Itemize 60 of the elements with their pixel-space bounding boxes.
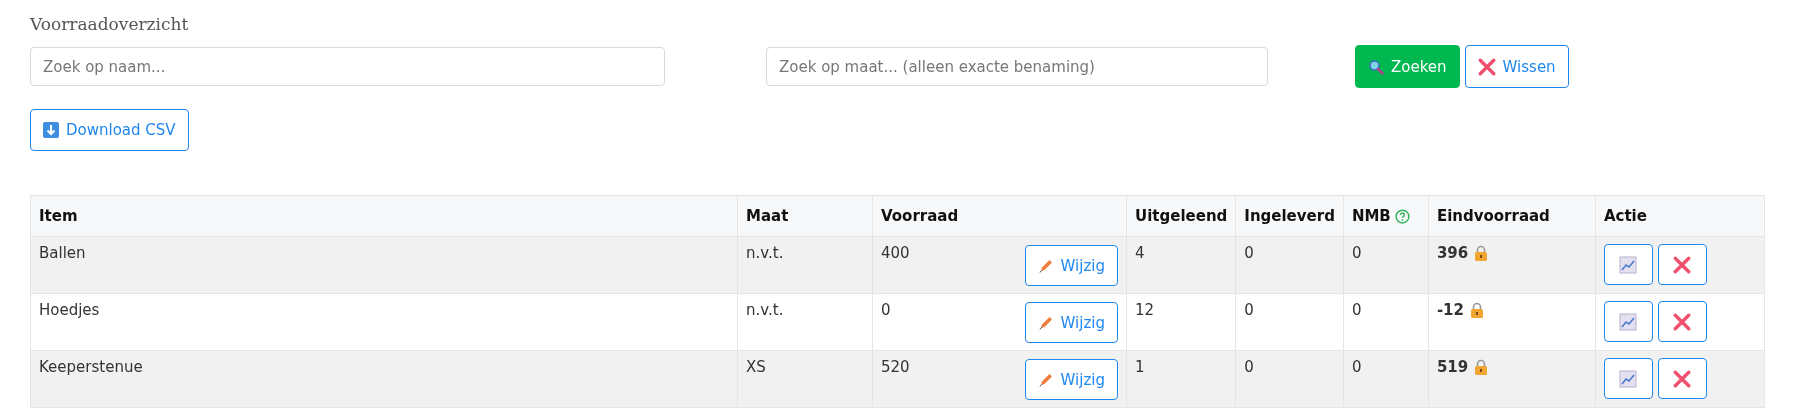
- table-cell: 0: [1235, 236, 1344, 294]
- column-header: Voorraad: [872, 195, 1127, 237]
- help-icon[interactable]: [1394, 208, 1410, 224]
- lock-icon: [1474, 359, 1489, 375]
- lock-icon: [1474, 245, 1489, 261]
- table-cell: 519: [1436, 358, 1469, 376]
- name-search-field[interactable]: Zoek op naam...: [30, 47, 665, 86]
- chart-icon: [1619, 312, 1638, 331]
- search-icon: [1368, 58, 1384, 75]
- delete-button[interactable]: [1657, 301, 1707, 342]
- pencil-icon: [1037, 257, 1054, 274]
- column-header: Maat: [737, 195, 873, 237]
- edit-button[interactable]: Wijzig: [1024, 302, 1118, 343]
- edit-button[interactable]: Wijzig: [1024, 359, 1118, 400]
- table-cell: 0: [1343, 236, 1429, 294]
- page-title: Voorraadoverzicht: [30, 14, 190, 34]
- table-cell: 400: [881, 244, 910, 262]
- close-icon: [1673, 312, 1692, 331]
- table-cell: Keeperstenue: [30, 350, 738, 408]
- table-cell: 1: [1126, 350, 1236, 408]
- table-cell: 0: [1235, 293, 1344, 351]
- column-header: NMB: [1351, 207, 1391, 225]
- download-icon: [43, 122, 59, 138]
- edit-button[interactable]: Wijzig: [1024, 245, 1118, 286]
- close-icon: [1673, 255, 1692, 274]
- table-cell: 0: [1343, 293, 1429, 351]
- table-cell: 396: [1436, 244, 1469, 262]
- table-cell: 0: [1343, 350, 1429, 408]
- table-cell: 4: [1126, 236, 1236, 294]
- table-cell: 520: [881, 358, 910, 376]
- column-header: Uitgeleend: [1126, 195, 1236, 237]
- column-header: Item: [30, 195, 738, 237]
- chart-button[interactable]: [1603, 301, 1653, 342]
- table-cell: Ballen: [30, 236, 738, 294]
- pencil-icon: [1037, 314, 1054, 331]
- table-cell: Hoedjes: [30, 293, 738, 351]
- table-cell: 0: [881, 301, 891, 319]
- pencil-icon: [1037, 371, 1054, 388]
- table-cell: n.v.t.: [737, 236, 873, 294]
- table-cell: XS: [737, 350, 873, 408]
- delete-button[interactable]: [1657, 358, 1707, 399]
- lock-icon: [1470, 302, 1484, 318]
- column-header: Actie: [1595, 195, 1765, 237]
- size-search-field[interactable]: Zoek op maat... (alleen exacte benaming): [766, 47, 1268, 86]
- close-icon: [1477, 57, 1496, 76]
- search-button[interactable]: Zoeken: [1355, 45, 1460, 88]
- download-csv-button[interactable]: Download CSV: [30, 109, 189, 151]
- table-cell: 0: [1235, 350, 1344, 408]
- clear-button[interactable]: Wissen: [1464, 45, 1569, 88]
- column-header: Ingeleverd: [1235, 195, 1344, 237]
- close-icon: [1673, 369, 1692, 388]
- chart-button[interactable]: [1603, 244, 1653, 285]
- column-header: Eindvoorraad: [1428, 195, 1596, 237]
- delete-button[interactable]: [1657, 244, 1707, 285]
- table-cell: n.v.t.: [737, 293, 873, 351]
- chart-icon: [1619, 255, 1638, 274]
- chart-icon: [1619, 369, 1638, 388]
- table-cell: -12: [1436, 301, 1464, 319]
- table-cell: 12: [1126, 293, 1236, 351]
- chart-button[interactable]: [1603, 358, 1653, 399]
